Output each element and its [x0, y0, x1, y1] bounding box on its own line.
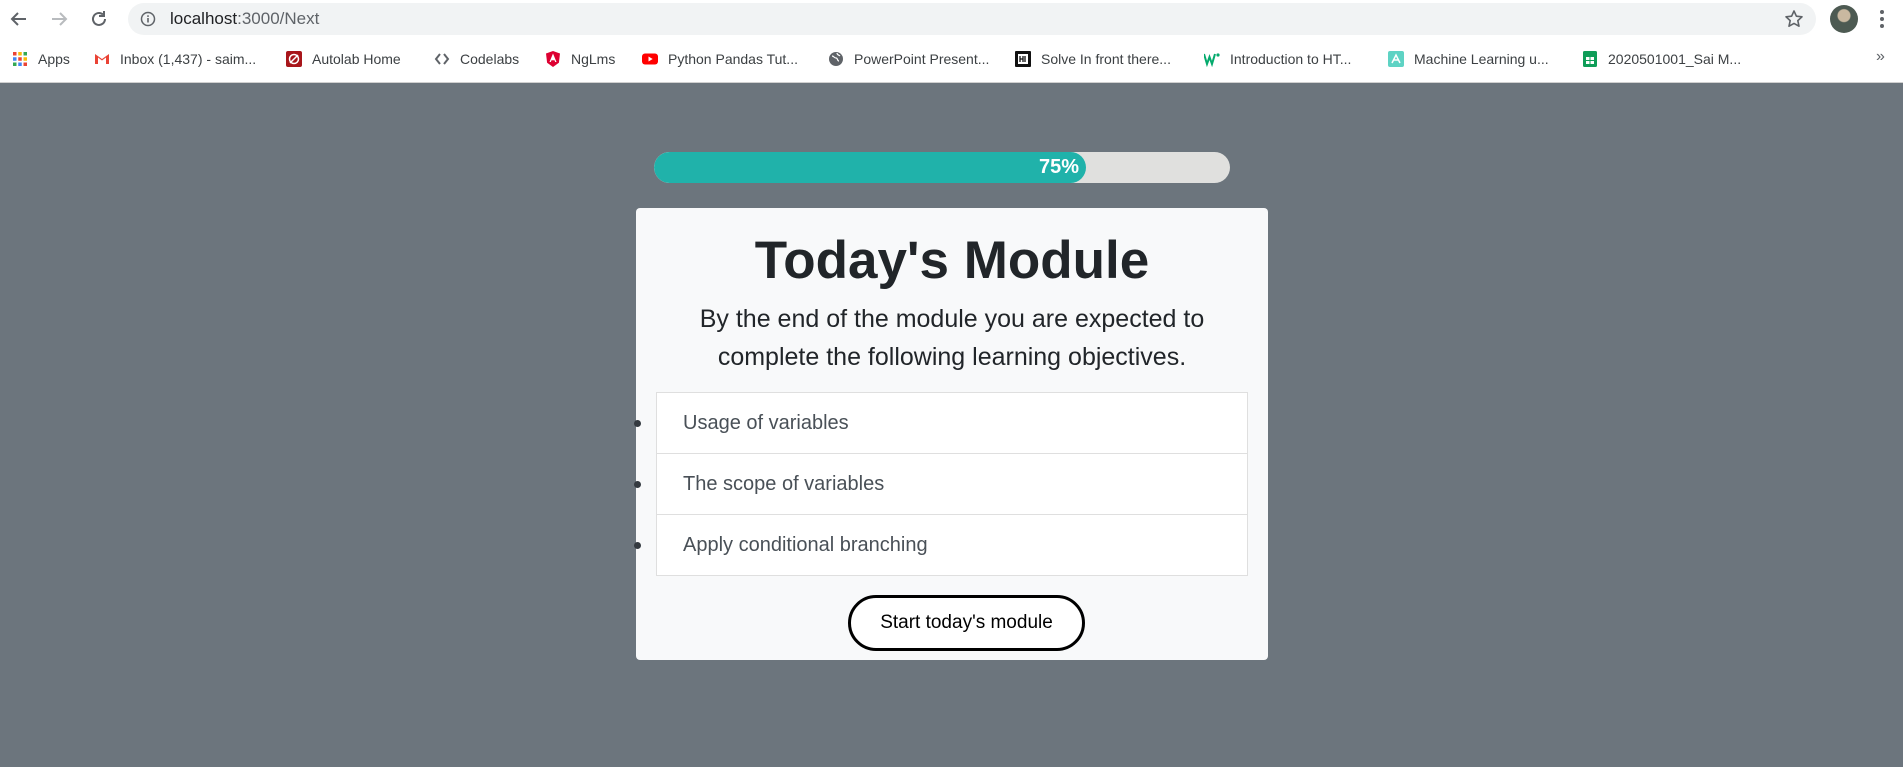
arrow-right-icon — [52, 12, 68, 26]
list-item: The scope of variables — [634, 453, 1248, 515]
autolab-icon — [286, 51, 302, 67]
bookmark-intro-html[interactable]: Introduction to HT... — [1204, 44, 1351, 74]
bookmark-sheet[interactable]: 2020501001_Sai M... — [1582, 44, 1741, 74]
bookmark-powerpoint[interactable]: PowerPoint Present... — [828, 44, 989, 74]
bookmark-label: PowerPoint Present... — [854, 51, 990, 67]
bookmark-label: Autolab Home — [312, 51, 401, 67]
w3schools-icon — [1204, 53, 1220, 67]
bookmark-label: Machine Learning u... — [1414, 51, 1549, 67]
info-icon[interactable] — [140, 11, 156, 27]
bookmark-inbox[interactable]: Inbox (1,437) - saim... — [94, 44, 256, 74]
address-bar[interactable]: localhost:3000/Next — [128, 3, 1816, 35]
bookmark-solve[interactable]: Solve In front there... — [1015, 44, 1171, 74]
globe-icon — [829, 52, 843, 66]
bookmarks-overflow-button[interactable]: » — [1876, 48, 1885, 66]
codelabs-icon — [434, 53, 450, 65]
bookmark-label: Inbox (1,437) - saim... — [120, 51, 257, 67]
kebab-menu-icon[interactable] — [1872, 8, 1892, 30]
bookmark-apps[interactable]: Apps — [12, 44, 70, 74]
bookmark-label: Python Pandas Tut... — [668, 51, 798, 67]
forward-button[interactable] — [45, 5, 73, 33]
bullet-icon — [634, 481, 641, 488]
bullet-icon — [634, 542, 641, 549]
browser-chrome: localhost:3000/Next Apps Inbox (1,437) -… — [0, 0, 1903, 83]
ml-icon — [1388, 51, 1404, 67]
url-path: :3000/Next — [237, 9, 320, 28]
list-item: Apply conditional branching — [634, 514, 1248, 576]
bookmark-label: 2020501001_Sai M... — [1608, 51, 1742, 67]
objective-text: Usage of variables — [683, 412, 849, 434]
back-button[interactable] — [5, 5, 33, 33]
profile-avatar[interactable] — [1830, 5, 1858, 33]
browser-toolbar: localhost:3000/Next — [0, 0, 1903, 38]
gmail-icon — [95, 54, 109, 64]
sheets-icon — [1583, 51, 1597, 67]
bookmark-label: Codelabs — [460, 51, 520, 67]
arrow-left-icon — [10, 12, 26, 26]
hackerrank-icon — [1015, 51, 1031, 67]
bookmark-star-icon[interactable] — [1784, 9, 1804, 29]
url-text[interactable]: localhost:3000/Next — [170, 3, 1750, 35]
apps-grid-icon — [13, 52, 27, 66]
url-host: localhost — [170, 9, 238, 28]
page-title: Today's Module — [754, 231, 1150, 290]
bookmark-machine-learning[interactable]: Machine Learning u... — [1388, 44, 1549, 74]
progress-label: 75% — [1038, 156, 1079, 178]
bookmark-nglms[interactable]: NgLms — [545, 44, 615, 74]
bullet-icon — [634, 420, 641, 427]
start-module-button[interactable]: Start today's module — [848, 595, 1085, 651]
bookmark-python-pandas[interactable]: Python Pandas Tut... — [642, 44, 798, 74]
bookmark-codelabs[interactable]: Codelabs — [434, 44, 519, 74]
module-description: By the end of the module you are expecte… — [699, 305, 1205, 371]
objective-text: The scope of variables — [683, 473, 885, 495]
reload-button[interactable] — [85, 5, 113, 33]
bookmark-autolab[interactable]: Autolab Home — [286, 44, 401, 74]
progress-bar: 75% — [654, 152, 1230, 183]
youtube-icon — [642, 53, 658, 65]
bookmark-label: Introduction to HT... — [1230, 51, 1352, 67]
bookmark-label: Solve In front there... — [1041, 51, 1171, 67]
angular-icon — [546, 51, 560, 67]
module-card: Today's Module By the end of the module … — [634, 208, 1268, 660]
list-item: Usage of variables — [634, 392, 1248, 454]
progress-bar-fill: 75% — [654, 152, 1086, 183]
objective-text: Apply conditional branching — [683, 534, 928, 556]
bookmark-label: Apps — [38, 51, 70, 67]
reload-icon — [92, 11, 106, 26]
bookmarks-bar: Apps Inbox (1,437) - saim... Autolab Hom… — [0, 44, 1903, 74]
objectives-list: Usage of variables The scope of variable… — [634, 392, 1248, 576]
bookmark-label: NgLms — [571, 51, 616, 67]
